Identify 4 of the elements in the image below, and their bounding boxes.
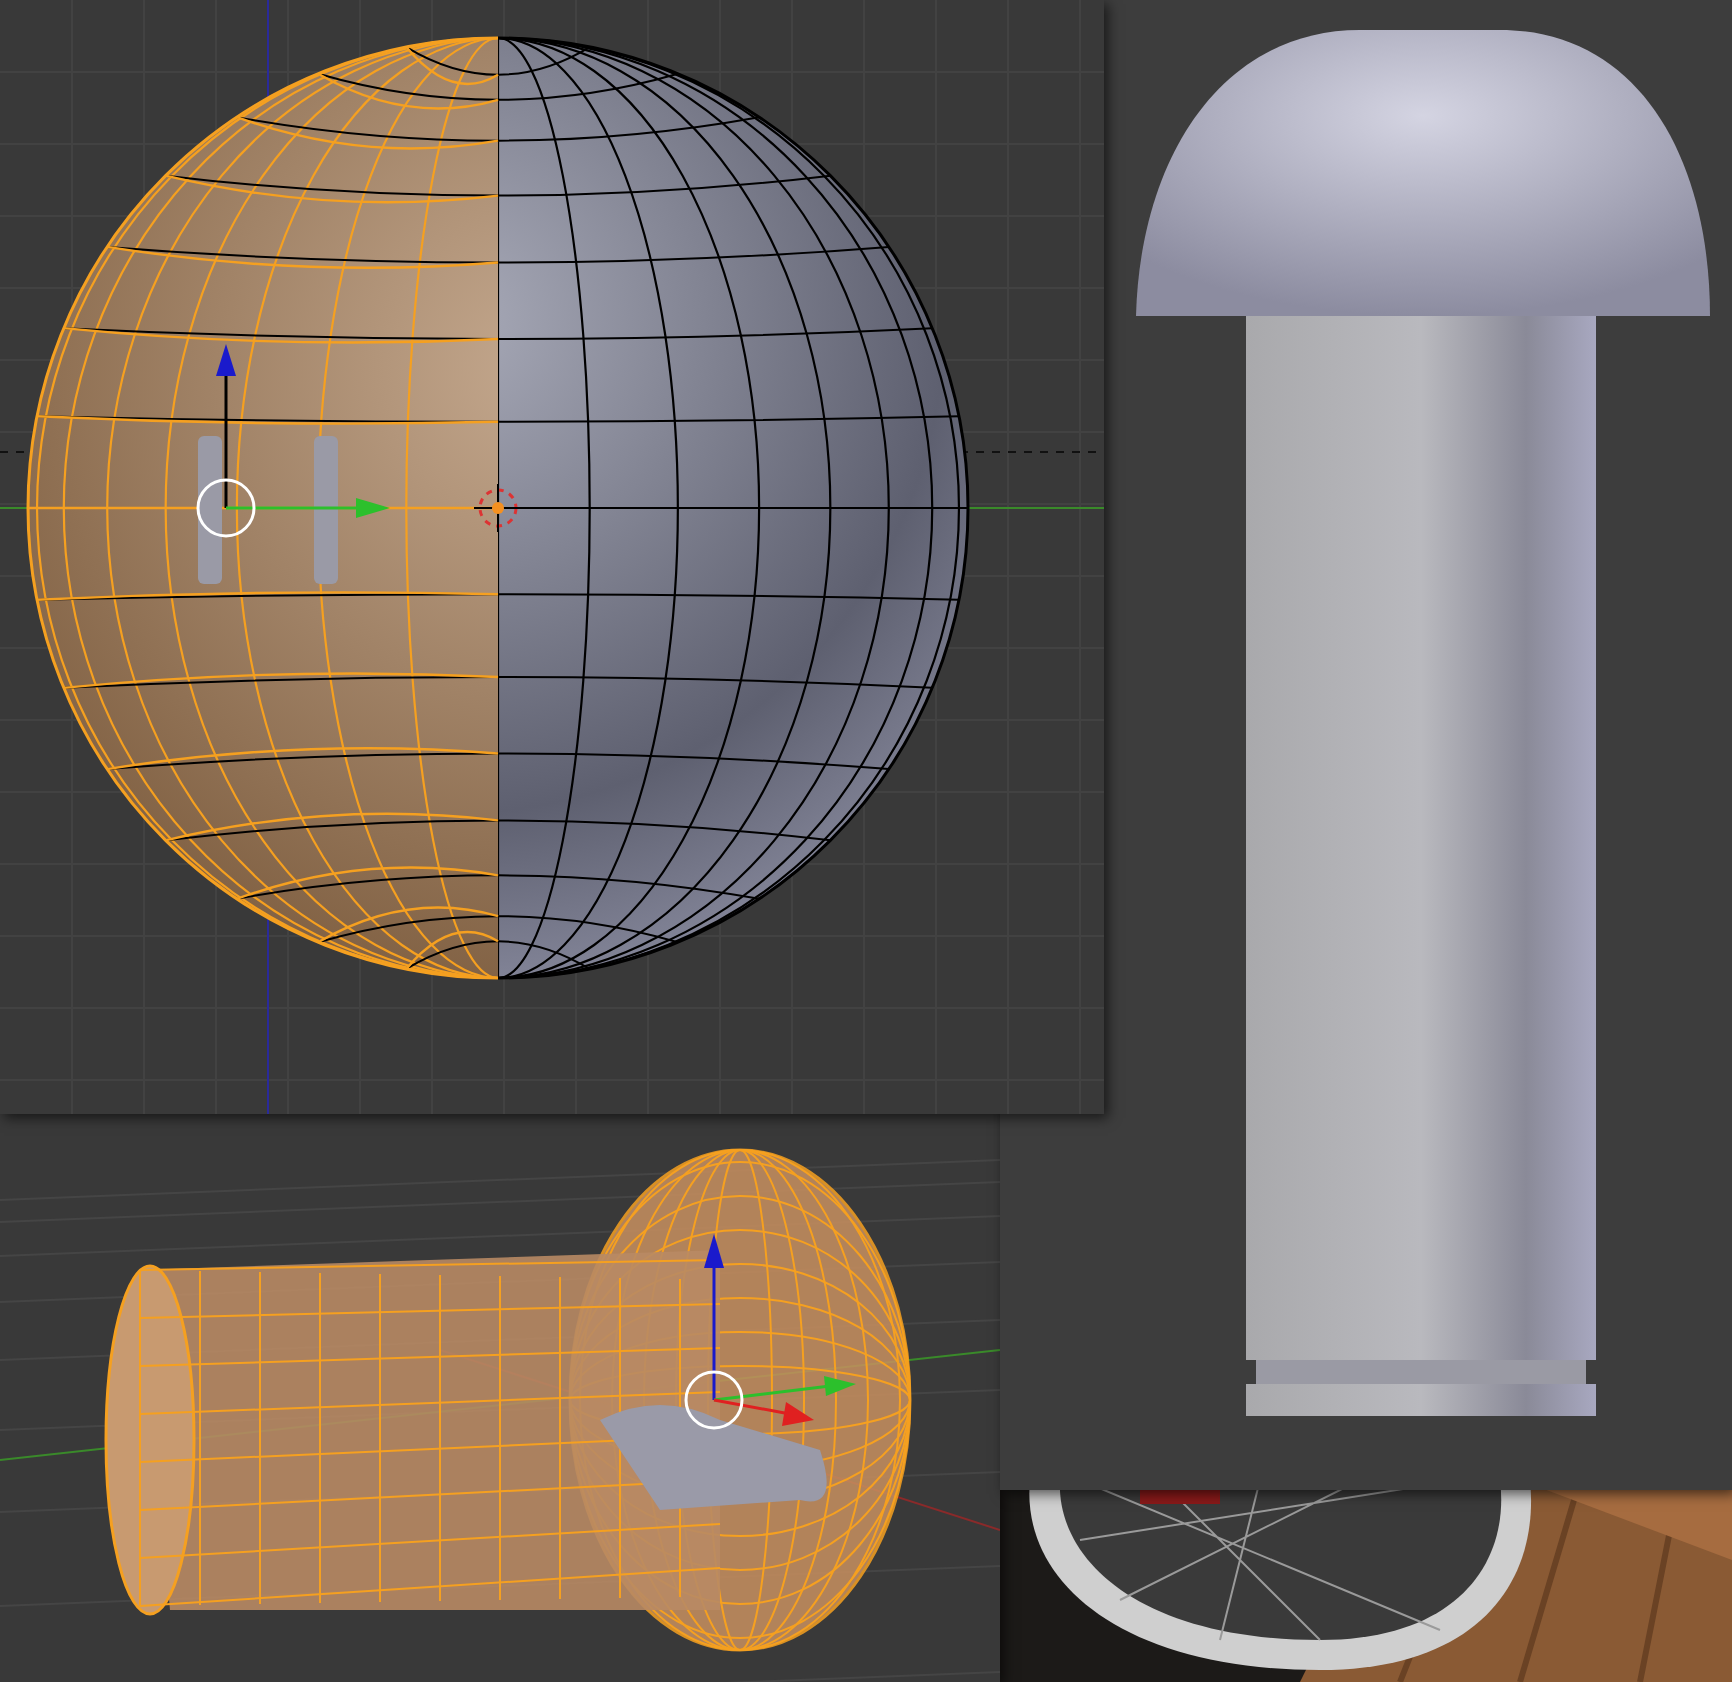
transform-gizmo-icon[interactable] <box>684 1234 856 1430</box>
bracket-icon <box>198 436 338 584</box>
transform-gizmo-icon[interactable] <box>196 344 390 538</box>
cursor-icon <box>473 483 523 533</box>
